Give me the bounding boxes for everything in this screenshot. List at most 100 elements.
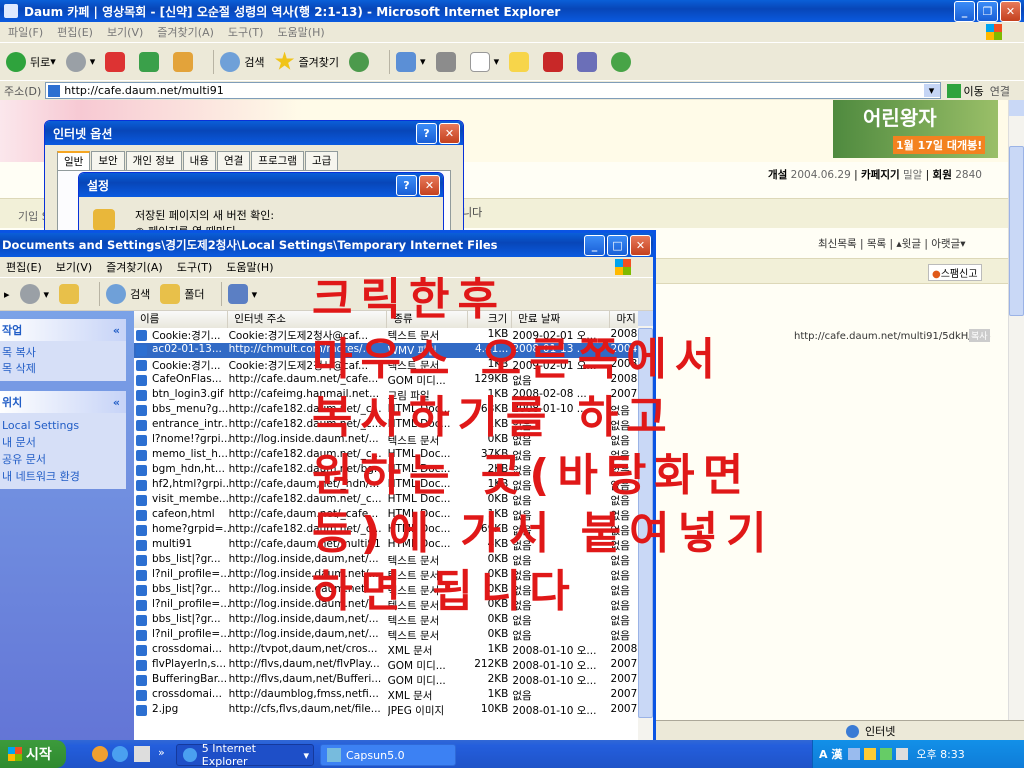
- quicklaunch-ie-icon[interactable]: [112, 746, 128, 762]
- taskbar-capsun-button[interactable]: Capsun5.0: [320, 744, 456, 766]
- next-post-link[interactable]: 아랫글▾: [931, 238, 965, 250]
- explorer-title-bar[interactable]: Documents and Settings\경기도제2청사\Local Set…: [0, 233, 653, 257]
- tab-content[interactable]: 내용: [182, 151, 216, 170]
- address-dropdown-icon[interactable]: ▾: [923, 84, 940, 97]
- place-local-settings[interactable]: Local Settings: [2, 417, 124, 434]
- list-link[interactable]: 목록: [867, 238, 886, 250]
- file-row[interactable]: crossdomai... http://tvpot,daum,net/cros.…: [134, 643, 640, 658]
- tray-icon[interactable]: [848, 748, 861, 760]
- options-close-button[interactable]: ✕: [439, 122, 460, 144]
- back-button[interactable]: 뒤로 ▾: [6, 51, 56, 72]
- close-button[interactable]: ✕: [1000, 0, 1021, 22]
- explorer-menu-view[interactable]: 보기(V): [56, 259, 92, 275]
- volume-icon[interactable]: [896, 748, 909, 760]
- explorer-forward-button[interactable]: ▾: [19, 284, 49, 304]
- tasks-panel-header[interactable]: 작업 «: [0, 319, 126, 341]
- language-indicator[interactable]: A 漢: [819, 746, 842, 762]
- prev-post-link[interactable]: ▴윗글: [896, 238, 921, 250]
- column-last[interactable]: 마지: [610, 311, 640, 328]
- explorer-menu-help[interactable]: 도움말(H): [226, 259, 273, 275]
- task-copy-item[interactable]: 목 복사: [2, 345, 124, 361]
- place-my-documents[interactable]: 내 문서: [2, 434, 124, 451]
- edit-button[interactable]: ▾: [469, 51, 499, 72]
- taskbar-ie-button[interactable]: 5 Internet Explorer ▾: [176, 742, 314, 768]
- explorer-up-button[interactable]: [59, 284, 83, 304]
- scroll-up-arrow[interactable]: [1009, 100, 1024, 116]
- quicklaunch-icon[interactable]: [92, 746, 108, 762]
- history-button[interactable]: [349, 51, 373, 72]
- post-url[interactable]: http://cafe.daum.net/multi91/5dkH/196: [794, 331, 991, 342]
- explorer-menu-tools[interactable]: 도구(T): [177, 259, 213, 275]
- scroll-thumb[interactable]: [1009, 146, 1024, 316]
- column-name[interactable]: 이름: [134, 311, 229, 328]
- options-help-button[interactable]: ?: [416, 122, 437, 144]
- tab-connections[interactable]: 연결: [216, 151, 251, 170]
- research-button[interactable]: [577, 51, 601, 72]
- explorer-minimize-button[interactable]: _: [584, 234, 605, 256]
- settings-title-bar[interactable]: 설정 ? ✕: [79, 173, 443, 197]
- menu-tools[interactable]: 도구(T): [228, 24, 264, 40]
- search-button[interactable]: 검색: [220, 51, 265, 72]
- address-input[interactable]: http://cafe.daum.net/multi91 ▾: [45, 82, 941, 99]
- file-row[interactable]: 2.jpg http://cfs,flvs,daum,net/file... JPE…: [134, 703, 640, 718]
- explorer-search-button[interactable]: 검색: [106, 284, 150, 304]
- fl-button[interactable]: [543, 51, 567, 72]
- explorer-back-button[interactable]: ▸: [4, 288, 10, 301]
- go-button[interactable]: 이동: [946, 83, 984, 99]
- explorer-maximize-button[interactable]: □: [607, 234, 628, 256]
- tab-advanced[interactable]: 고급: [304, 151, 339, 170]
- tab-programs[interactable]: 프로그램: [251, 151, 304, 170]
- stop-button[interactable]: [105, 51, 129, 72]
- tab-security[interactable]: 보안: [91, 151, 125, 170]
- collapse-icon[interactable]: «: [113, 396, 120, 409]
- post-url-copy[interactable]: 복사: [969, 329, 990, 342]
- collapse-icon[interactable]: «: [113, 324, 120, 337]
- settings-help-button[interactable]: ?: [396, 174, 417, 196]
- tray-icon[interactable]: [880, 748, 893, 760]
- explorer-menu-favorites[interactable]: 즐겨찾기(A): [106, 259, 163, 275]
- mail-button[interactable]: ▾: [396, 51, 426, 72]
- explorer-scroll-up[interactable]: [638, 311, 653, 326]
- messenger-button[interactable]: [611, 51, 635, 72]
- explorer-close-button[interactable]: ✕: [630, 234, 651, 256]
- movie-banner[interactable]: 어린왕자 1월 17일 대개봉!: [833, 100, 998, 158]
- quicklaunch-app-icon[interactable]: [134, 746, 150, 762]
- menu-view[interactable]: 보기(V): [107, 24, 143, 40]
- place-network[interactable]: 내 네트워크 환경: [2, 468, 124, 485]
- file-row[interactable]: flvPlayerIn,s... http://flvs,daum,net/flv…: [134, 658, 640, 673]
- tab-privacy[interactable]: 개인 정보: [125, 151, 182, 170]
- links-label[interactable]: 연결: [990, 83, 1010, 99]
- explorer-folders-button[interactable]: 폴더: [160, 284, 205, 304]
- tray-icon[interactable]: [864, 748, 877, 760]
- home-button[interactable]: [173, 51, 197, 72]
- forward-button[interactable]: ▾: [65, 51, 95, 72]
- minimize-button[interactable]: _: [954, 0, 975, 22]
- tab-general[interactable]: 일반: [57, 151, 91, 170]
- start-button[interactable]: 시작: [0, 740, 66, 768]
- menu-help[interactable]: 도움말(H): [277, 24, 324, 40]
- menu-file[interactable]: 파일(F): [8, 24, 43, 40]
- place-shared-documents[interactable]: 공유 문서: [2, 451, 124, 468]
- settings-close-button[interactable]: ✕: [419, 174, 440, 196]
- task-delete-item[interactable]: 목 삭제: [2, 361, 124, 377]
- ie-title-bar[interactable]: Daum 카페 | 영상목회 - [신약] 오순절 성령의 역사(행 2:1-1…: [0, 0, 1024, 22]
- favorites-button[interactable]: 즐겨찾기: [274, 51, 339, 72]
- places-panel-header[interactable]: 위치 «: [0, 391, 126, 413]
- file-row[interactable]: crossdomai... http://daumblog,fmss,netfi.…: [134, 688, 640, 703]
- refresh-button[interactable]: [139, 51, 163, 72]
- restore-button[interactable]: ❐: [977, 0, 998, 22]
- menu-favorites[interactable]: 즐겨찾기(A): [157, 24, 214, 40]
- file-row[interactable]: l?nil_profile=... http://log.inside,daum,…: [134, 628, 640, 643]
- quicklaunch-arrow-icon[interactable]: »: [158, 746, 165, 759]
- column-expires[interactable]: 만료 날짜: [512, 311, 611, 328]
- options-title-bar[interactable]: 인터넷 옵션 ? ✕: [45, 121, 463, 145]
- spam-report-button[interactable]: ●스팸신고: [928, 264, 982, 281]
- print-button[interactable]: [435, 51, 460, 72]
- note-button[interactable]: [509, 51, 533, 72]
- latest-list-link[interactable]: 최신목록: [818, 238, 857, 250]
- explorer-views-button[interactable]: ▾: [227, 284, 257, 304]
- explorer-menu-edit[interactable]: 편집(E): [6, 259, 42, 275]
- ie-scrollbar[interactable]: [1008, 100, 1024, 720]
- file-row[interactable]: BufferingBar... http://flvs,daum,net/Buff…: [134, 673, 640, 688]
- menu-edit[interactable]: 편집(E): [57, 24, 93, 40]
